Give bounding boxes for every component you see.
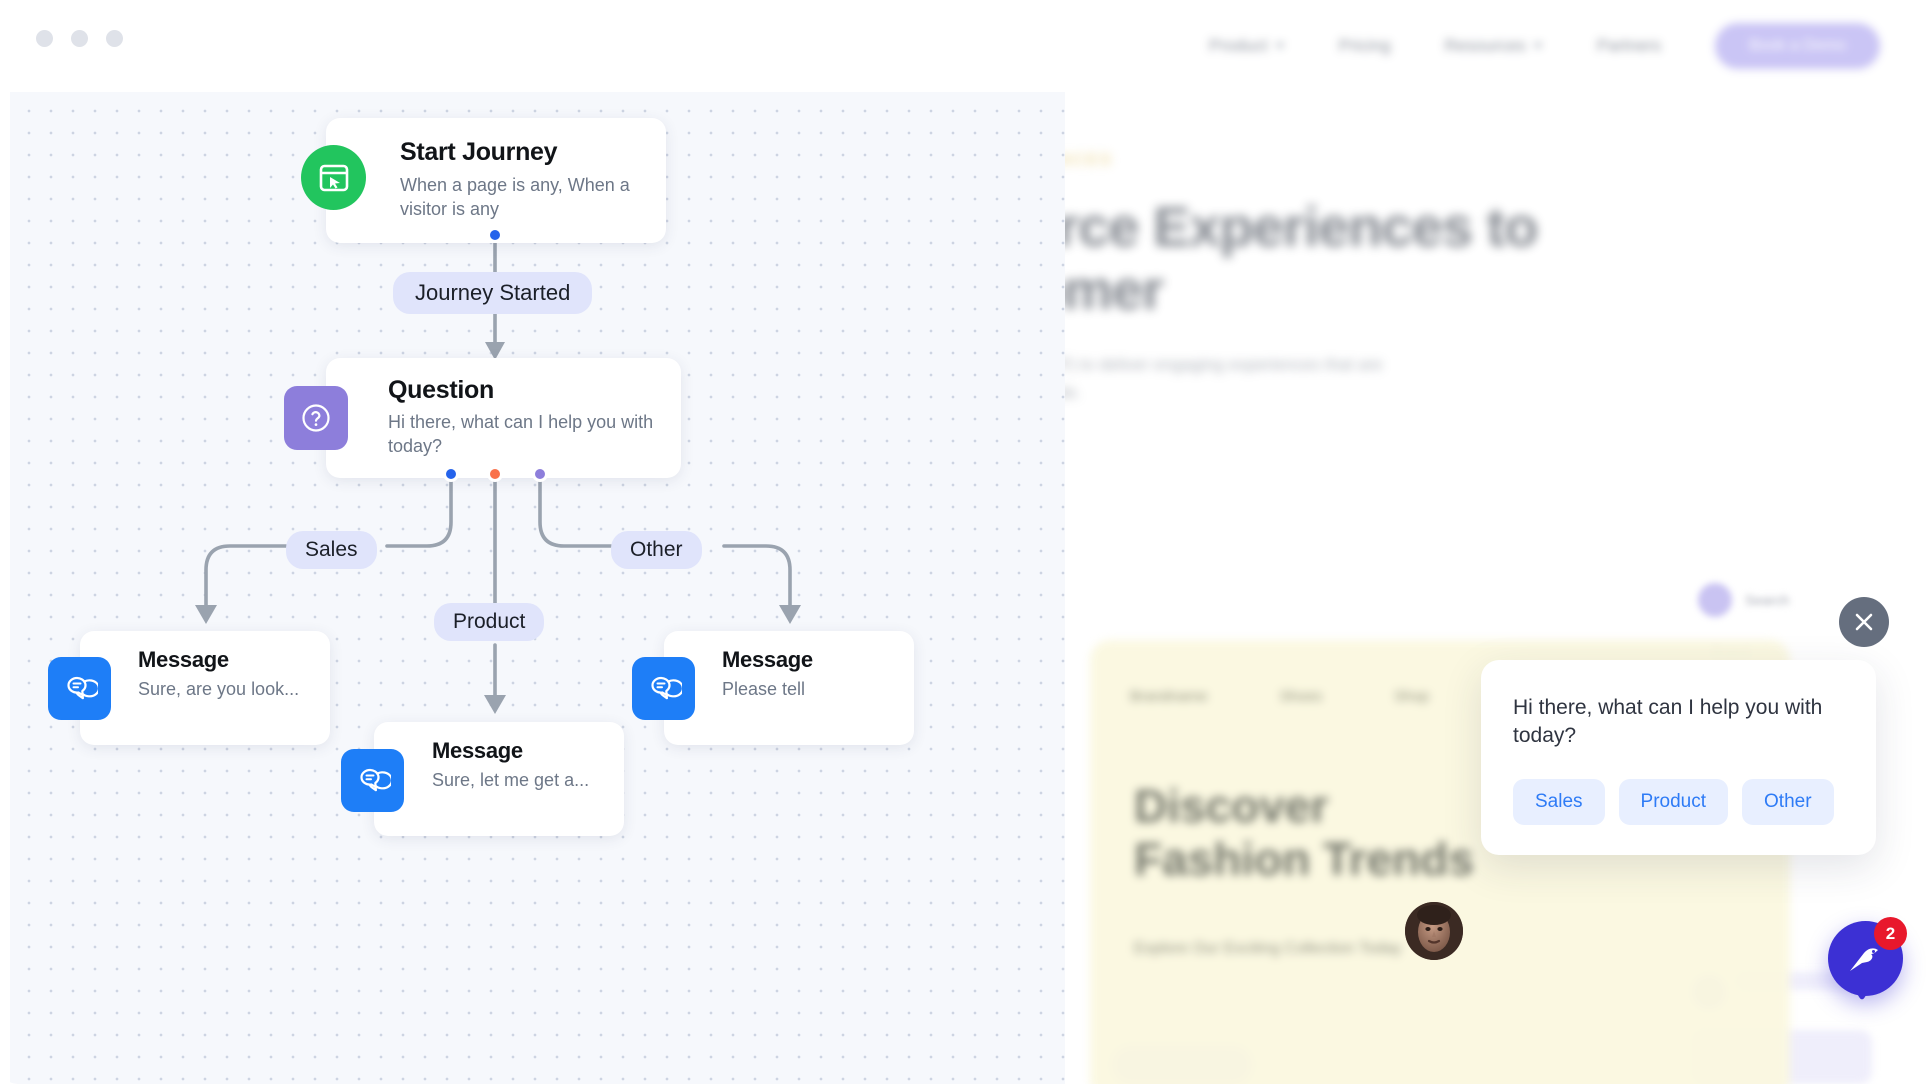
flow-label-sales[interactable]: Sales: [286, 531, 377, 569]
bg-browser-title: Discover Fashion Trends: [1134, 780, 1474, 886]
chat-bubbles-glyph: [66, 676, 98, 699]
port-question-product[interactable]: [487, 466, 503, 482]
bg-nav-item: Brandname: [1130, 688, 1208, 705]
nav-item-label: Pricing: [1338, 36, 1391, 55]
chevron-down-icon: [1532, 43, 1543, 49]
node-title: Message: [432, 738, 523, 763]
edge-other-to-message: [722, 544, 792, 616]
nav-item-label: Resources: [1444, 36, 1526, 55]
chat-quick-replies: Sales Product Other: [1513, 778, 1844, 825]
bg-nav-item: Shoes: [1279, 688, 1323, 705]
chat-bubbles-icon: [48, 657, 111, 720]
nav-item-pricing[interactable]: Pricing: [1339, 36, 1391, 56]
cursor-window-icon: [301, 145, 366, 210]
chat-option-sales[interactable]: Sales: [1513, 778, 1605, 825]
question-circle-glyph: [302, 404, 330, 432]
chat-bubbles-icon: [632, 657, 695, 720]
close-icon: [1855, 613, 1873, 631]
flow-node-message-sales[interactable]: Message Sure, are you look...: [80, 631, 330, 745]
chat-option-product[interactable]: Product: [1618, 778, 1729, 825]
bg-title-line-1: Discover: [1134, 780, 1329, 832]
flow-node-message-product[interactable]: Message Sure, let me get a...: [374, 722, 624, 836]
chat-bot-message: Hi there, what can I help you with today…: [1513, 696, 1823, 748]
flow-canvas[interactable]: Start Journey When a page is any, When a…: [10, 92, 1065, 1084]
nav-item-resources[interactable]: Resources: [1445, 36, 1543, 56]
node-title: Question: [388, 376, 494, 404]
chat-bubbles-glyph: [650, 676, 682, 699]
arrowhead-msg-product: [484, 695, 506, 714]
chat-option-other[interactable]: Other: [1742, 778, 1834, 825]
flow-node-start-journey[interactable]: Start Journey When a page is any, When a…: [326, 118, 666, 243]
question-circle-icon: [284, 386, 348, 450]
bg-browser-subtitle: Explore Our Exciting Collection Today: [1134, 940, 1402, 957]
bg-avatar-dot: [1698, 583, 1732, 617]
node-description: When a page is any, When a visitor is an…: [400, 175, 630, 219]
flow-label-product[interactable]: Product: [434, 603, 545, 641]
window-controls: [36, 30, 123, 47]
chat-bubbles-glyph: [359, 768, 391, 791]
window-dot-minimize[interactable]: [71, 30, 88, 47]
nav-item-label: Product: [1208, 36, 1268, 55]
chat-bubbles-icon: [341, 749, 404, 812]
app-window: Product Pricing Resources Partners Book …: [0, 0, 1928, 1084]
cursor-window-glyph: [319, 164, 348, 191]
flow-label-other[interactable]: Other: [611, 531, 702, 569]
arrowhead-msg-sales: [195, 605, 217, 624]
bg-title-line-2: Fashion Trends: [1134, 832, 1474, 885]
port-question-sales[interactable]: [443, 466, 459, 482]
bg-search-label: Search: [1745, 592, 1790, 608]
window-dot-close[interactable]: [36, 30, 53, 47]
bg-nav-item: Shop: [1394, 688, 1430, 705]
edge-question-to-sales: [385, 472, 453, 548]
book-demo-button[interactable]: Book a Demo: [1715, 23, 1880, 69]
site-navbar: Product Pricing Resources Partners Book …: [0, 0, 1928, 92]
flow-node-message-other[interactable]: Message Please tell: [664, 631, 914, 745]
nav-item-product[interactable]: Product: [1209, 36, 1285, 56]
nav-item-partners[interactable]: Partners: [1597, 36, 1661, 56]
chevron-down-icon: [1274, 43, 1285, 49]
node-description: Sure, are you look...: [138, 679, 300, 699]
edge-sales-to-message: [204, 544, 288, 616]
port-start-output[interactable]: [487, 227, 503, 243]
nav-item-label: Partners: [1596, 36, 1662, 55]
avatar-photo: [1405, 902, 1463, 960]
node-description: Hi there, what can I help you with today…: [388, 412, 654, 456]
window-dot-maximize[interactable]: [106, 30, 123, 47]
node-description: Please tell: [722, 679, 806, 699]
node-title: Start Journey: [400, 138, 558, 166]
chat-close-button[interactable]: [1839, 597, 1889, 647]
arrowhead-msg-other: [779, 605, 801, 624]
node-title: Message: [722, 647, 813, 672]
chat-launcher-button[interactable]: 2: [1828, 917, 1907, 996]
node-title: Message: [138, 647, 229, 672]
node-description: Sure, let me get a...: [432, 770, 590, 790]
chat-panel: Hi there, what can I help you with today…: [1481, 660, 1876, 855]
edge-question-to-other: [538, 472, 613, 548]
flow-node-question[interactable]: Question Hi there, what can I help you w…: [326, 358, 681, 478]
port-question-other[interactable]: [532, 466, 548, 482]
chat-unread-badge: 2: [1874, 917, 1907, 950]
flow-label-journey-started[interactable]: Journey Started: [393, 272, 593, 314]
visitor-avatar: [1405, 902, 1463, 960]
